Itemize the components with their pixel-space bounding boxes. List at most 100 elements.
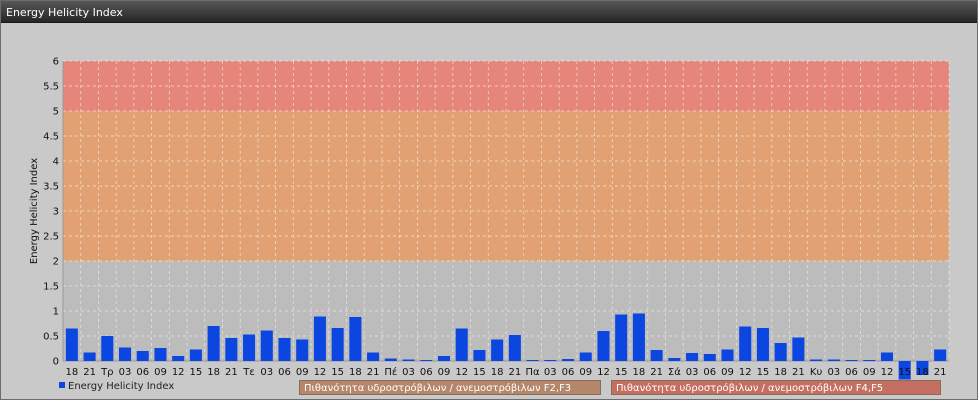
x-tick-label: 15	[615, 367, 628, 378]
x-tick-label: 09	[438, 367, 451, 378]
ehi-bar	[650, 350, 663, 361]
x-tick-label: 12	[314, 367, 327, 378]
y-tick-label: 5.5	[43, 82, 59, 93]
y-tick-label: 3.5	[43, 182, 59, 193]
ehi-chart: 0 0.5 1 1.5 2 2.5 3 3.5 4 4.5 5 5.5 6 18 21 Τρ 03 06 09 12…	[29, 57, 950, 380]
ehi-bar	[579, 352, 592, 361]
ehi-bar	[367, 352, 380, 361]
x-tick-label: 03	[402, 367, 415, 378]
x-tick-label: 15	[190, 367, 203, 378]
x-tick-label: 15	[757, 367, 770, 378]
ehi-bar	[845, 360, 858, 361]
y-tick-label: 3	[53, 207, 59, 218]
ehi-bar	[615, 314, 628, 361]
x-tick-label: 12	[597, 367, 610, 378]
y-tick-label: 4	[53, 157, 59, 168]
ehi-bar	[420, 360, 433, 361]
x-tick-label: 18	[916, 367, 929, 378]
x-tick-label: Τρ	[100, 367, 113, 378]
ehi-bar	[118, 347, 132, 361]
x-tick-label: 09	[579, 367, 592, 378]
ehi-bar	[934, 349, 947, 361]
x-tick-label: 21	[934, 367, 947, 378]
ehi-bar	[792, 337, 805, 361]
ehi-bar	[189, 349, 202, 361]
ehi-bar	[473, 350, 486, 361]
x-tick-label: 18	[207, 367, 220, 378]
ehi-bar	[172, 356, 185, 361]
ehi-bar	[739, 326, 752, 361]
ehi-bar	[455, 328, 468, 361]
ehi-bar	[83, 352, 96, 361]
y-tick-label: 2	[53, 257, 59, 268]
ehi-bar	[65, 328, 78, 361]
ehi-bar	[402, 359, 415, 361]
ehi-bar	[668, 358, 681, 361]
x-tick-label: 09	[296, 367, 309, 378]
x-tick-label: 15	[473, 367, 486, 378]
legend-swatch-icon	[59, 382, 65, 388]
x-tick-label: 06	[278, 367, 291, 378]
ehi-bar	[597, 331, 610, 361]
y-tick-label: 2.5	[43, 232, 59, 243]
x-tick-label: 21	[508, 367, 521, 378]
y-tick-label: 1	[53, 307, 59, 318]
y-tick-label: 4.5	[43, 132, 59, 143]
x-tick-label: 12	[172, 367, 185, 378]
ehi-bar	[827, 359, 840, 361]
ehi-bar	[703, 354, 716, 361]
y-tick-label: 5	[53, 107, 59, 118]
x-tick-label: Τε	[242, 367, 255, 378]
ehi-bar	[243, 334, 256, 361]
ehi-bar	[225, 338, 238, 361]
x-tick-label: 15	[331, 367, 344, 378]
y-tick-label: 0.5	[43, 332, 59, 343]
x-tick-label: Σά	[668, 366, 681, 378]
ehi-bar	[136, 351, 149, 361]
legend-series: Energy Helicity Index	[59, 379, 174, 395]
x-tick-label: 06	[136, 367, 149, 378]
ehi-bar	[260, 330, 273, 361]
legend: Energy Helicity Index Πιθανότητα υδροστρ…	[1, 379, 977, 397]
ehi-bar	[544, 360, 557, 361]
ehi-bar	[154, 348, 167, 361]
x-tick-label: 06	[562, 367, 575, 378]
x-tick-label: 06	[845, 367, 858, 378]
y-tick-label: 0	[53, 357, 59, 368]
probability-f2-f3: Πιθανότητα υδροστρόβιλων / ανεμοστρόβιλω…	[299, 380, 601, 395]
x-tick-label: 21	[650, 367, 663, 378]
ehi-bar	[774, 343, 787, 361]
x-tick-label: 21	[367, 367, 380, 378]
ehi-bar	[810, 359, 823, 361]
x-tick-label: 03	[827, 367, 840, 378]
probability-f4-f5: Πιθανότητα υδροστρόβιλων / ανεμοστρόβιλω…	[611, 380, 941, 395]
ehi-bar	[561, 359, 575, 361]
x-tick-label: 03	[544, 367, 557, 378]
x-tick-label: 15	[898, 367, 911, 378]
window-title: Energy Helicity Index	[1, 1, 977, 23]
chart-window: Energy Helicity Index 0 0.5 1 1.5 2 2.5 3 3.5 4 4…	[0, 0, 978, 400]
x-tick-label: Κυ	[810, 367, 823, 378]
ehi-bar	[437, 356, 451, 361]
ehi-bar	[686, 353, 699, 361]
ehi-bar	[721, 349, 734, 361]
x-tick-label: 03	[119, 367, 132, 378]
ehi-bar	[207, 326, 220, 361]
x-tick-label: 21	[225, 367, 238, 378]
ehi-bar	[756, 328, 769, 361]
ehi-bar	[101, 336, 114, 361]
ehi-bar	[331, 328, 344, 361]
x-tick-label: 18	[633, 367, 646, 378]
x-tick-label: 09	[721, 367, 734, 378]
x-tick-label: Πέ	[384, 366, 397, 378]
ehi-bar	[349, 317, 362, 361]
x-tick-label: 12	[455, 367, 468, 378]
ehi-bar	[384, 358, 397, 361]
x-tick-label: 18	[349, 367, 362, 378]
x-tick-label: Πα	[526, 367, 541, 378]
x-tick-label: 18	[491, 367, 504, 378]
ehi-bar	[296, 339, 309, 361]
x-tick-label: 18	[65, 367, 78, 378]
ehi-bar	[880, 352, 894, 361]
ehi-bar	[278, 338, 291, 361]
